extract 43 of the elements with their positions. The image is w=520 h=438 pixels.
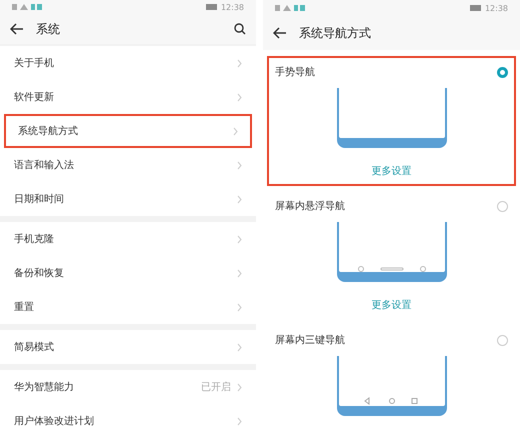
settings-item[interactable]: 简易模式 [0,330,256,364]
chevron-icon [237,234,242,244]
settings-item[interactable]: 用户体验改进计划 [0,404,256,438]
back-icon[interactable] [10,23,24,36]
back-icon[interactable] [273,27,287,39]
settings-item[interactable]: 系统导航方式 [4,114,252,148]
chevron-icon [237,416,242,426]
battery-icon [206,4,218,10]
option-label: 屏幕内悬浮导航 [275,200,346,213]
chevron-icon [237,194,242,204]
navigation-option[interactable]: 屏幕内三键导航 [267,324,516,430]
chevron-icon [237,302,242,312]
navigation-option[interactable]: 屏幕内悬浮导航 更多设置 [267,190,516,320]
settings-item[interactable]: 语言和输入法 [0,148,256,182]
search-icon[interactable] [234,23,246,36]
signal-icon [275,4,305,12]
settings-item[interactable]: 软件更新 [0,80,256,114]
chevron-icon [237,268,242,278]
screen-title: 系统导航方式 [299,24,372,42]
settings-item[interactable]: 关于手机 [0,46,256,80]
settings-item[interactable]: 备份和恢复 [0,256,256,290]
settings-item[interactable]: 日期和时间 [0,182,256,216]
option-label: 手势导航 [275,66,316,79]
chevron-icon [237,92,242,102]
radio-button[interactable] [497,66,508,78]
status-time: 12:38 [484,4,508,12]
chevron-icon [237,58,242,68]
status-time: 12:38 [220,2,244,12]
navigation-option[interactable]: 手势导航 更多设置 [267,56,516,186]
chevron-icon [237,342,242,352]
chevron-icon [233,126,238,136]
settings-item[interactable]: 手机克隆 [0,222,256,256]
option-label: 屏幕内三键导航 [275,334,346,347]
chevron-icon [237,160,242,170]
settings-item[interactable]: 华为智慧能力 已开启 [0,370,256,404]
radio-button[interactable] [497,334,508,346]
chevron-icon [237,382,242,392]
settings-item[interactable]: 重置 [0,290,256,324]
screen-title: 系统 [36,20,61,38]
battery-icon [470,5,482,11]
item-value: 已开启 [201,380,231,394]
signal-icon [12,3,42,12]
radio-button[interactable] [497,200,508,212]
